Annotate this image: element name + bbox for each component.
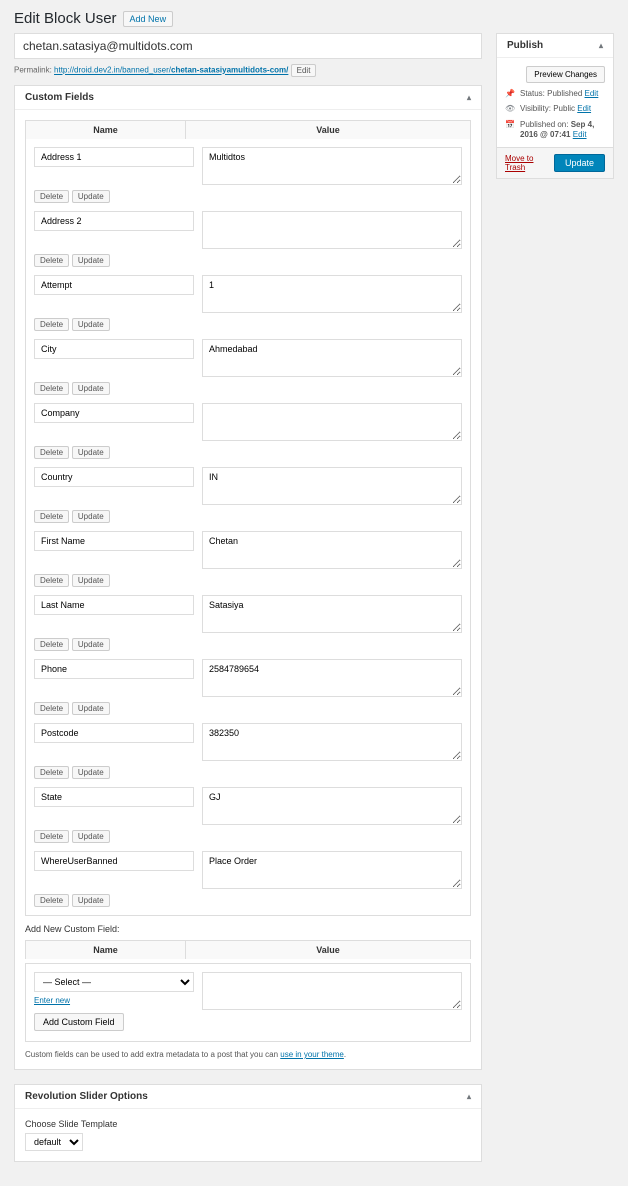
visibility-edit-link[interactable]: Edit	[577, 104, 591, 113]
cf-value-input[interactable]: IN	[202, 467, 462, 505]
cf-delete-button[interactable]: Delete	[34, 382, 69, 395]
slide-template-label: Choose Slide Template	[25, 1119, 471, 1129]
cf-value-header: Value	[186, 121, 470, 139]
enter-new-link[interactable]: Enter new	[34, 996, 70, 1005]
permalink-link[interactable]: http://droid.dev2.in/banned_user/chetan-…	[54, 66, 288, 75]
permalink-edit-button[interactable]: Edit	[291, 64, 317, 77]
slide-template-select[interactable]: default	[25, 1133, 83, 1151]
visibility-icon: 👁	[505, 104, 515, 114]
cf-name-input[interactable]	[34, 787, 194, 807]
cf-value-input[interactable]: Ahmedabad	[202, 339, 462, 377]
cf-update-button[interactable]: Update	[72, 766, 110, 779]
add-new-button[interactable]: Add New	[123, 11, 174, 27]
cf-helper-link[interactable]: use in your theme	[280, 1050, 344, 1059]
cf-value-input[interactable]: Place Order	[202, 851, 462, 889]
cf-value-input[interactable]: 1	[202, 275, 462, 313]
cf-delete-button[interactable]: Delete	[34, 510, 69, 523]
cf-name-input[interactable]	[34, 211, 194, 231]
post-title-input[interactable]	[14, 33, 482, 59]
cf-delete-button[interactable]: Delete	[34, 254, 69, 267]
chevron-up-icon[interactable]: ▴	[599, 41, 603, 50]
cf-name-header: Name	[26, 121, 186, 139]
cf-delete-button[interactable]: Delete	[34, 446, 69, 459]
cf-update-button[interactable]: Update	[72, 382, 110, 395]
cf-value-input[interactable]: 382350	[202, 723, 462, 761]
cf-name-input[interactable]	[34, 531, 194, 551]
cf-value-input[interactable]	[202, 403, 462, 441]
cf-update-button[interactable]: Update	[72, 894, 110, 907]
cf-update-button[interactable]: Update	[72, 446, 110, 459]
cf-update-button[interactable]: Update	[72, 830, 110, 843]
cf-update-button[interactable]: Update	[72, 638, 110, 651]
update-button[interactable]: Update	[554, 154, 605, 172]
calendar-icon: 📅	[505, 120, 515, 130]
permalink: Permalink: http://droid.dev2.in/banned_u…	[14, 64, 482, 77]
cf-name-input[interactable]	[34, 723, 194, 743]
cf-new-value-input[interactable]	[202, 972, 462, 1010]
cf-update-button[interactable]: Update	[72, 190, 110, 203]
date-edit-link[interactable]: Edit	[573, 130, 587, 139]
cf-value-input[interactable]: GJ	[202, 787, 462, 825]
cf-delete-button[interactable]: Delete	[34, 190, 69, 203]
cf-select[interactable]: — Select —	[34, 972, 194, 992]
cf-update-button[interactable]: Update	[72, 510, 110, 523]
add-new-cf-label: Add New Custom Field:	[25, 924, 471, 934]
cf-delete-button[interactable]: Delete	[34, 638, 69, 651]
move-to-trash-link[interactable]: Move to Trash	[505, 154, 554, 172]
cf-name-input[interactable]	[34, 147, 194, 167]
cf-update-button[interactable]: Update	[72, 318, 110, 331]
revslider-title: Revolution Slider Options	[25, 1091, 148, 1102]
pin-icon: 📌	[505, 89, 515, 99]
cf-name-input[interactable]	[34, 851, 194, 871]
cf-value-input[interactable]: Satasiya	[202, 595, 462, 633]
cf-update-button[interactable]: Update	[72, 254, 110, 267]
publish-title: Publish	[507, 40, 543, 51]
cf-name-input[interactable]	[34, 659, 194, 679]
cf-name-input[interactable]	[34, 403, 194, 423]
cf-delete-button[interactable]: Delete	[34, 318, 69, 331]
chevron-up-icon[interactable]: ▴	[467, 1092, 471, 1101]
page-title: Edit Block User	[14, 10, 117, 27]
cf-delete-button[interactable]: Delete	[34, 702, 69, 715]
cf-name-input[interactable]	[34, 339, 194, 359]
cf-delete-button[interactable]: Delete	[34, 830, 69, 843]
cf-value-input[interactable]: 2584789654	[202, 659, 462, 697]
cf-helper-text: Custom fields can be used to add extra m…	[25, 1050, 471, 1059]
cf-value-input[interactable]: Chetan	[202, 531, 462, 569]
cf-name-input[interactable]	[34, 275, 194, 295]
cf-delete-button[interactable]: Delete	[34, 574, 69, 587]
add-custom-field-button[interactable]: Add Custom Field	[34, 1013, 124, 1031]
preview-changes-button[interactable]: Preview Changes	[526, 66, 605, 83]
cf-delete-button[interactable]: Delete	[34, 766, 69, 779]
chevron-up-icon[interactable]: ▴	[467, 93, 471, 102]
cf-name-input[interactable]	[34, 467, 194, 487]
status-edit-link[interactable]: Edit	[585, 89, 599, 98]
cf-value-input[interactable]: Multidtos	[202, 147, 462, 185]
cf-delete-button[interactable]: Delete	[34, 894, 69, 907]
cf-name-input[interactable]	[34, 595, 194, 615]
custom-fields-title: Custom Fields	[25, 92, 94, 103]
cf-update-button[interactable]: Update	[72, 702, 110, 715]
cf-value-input[interactable]	[202, 211, 462, 249]
cf-update-button[interactable]: Update	[72, 574, 110, 587]
